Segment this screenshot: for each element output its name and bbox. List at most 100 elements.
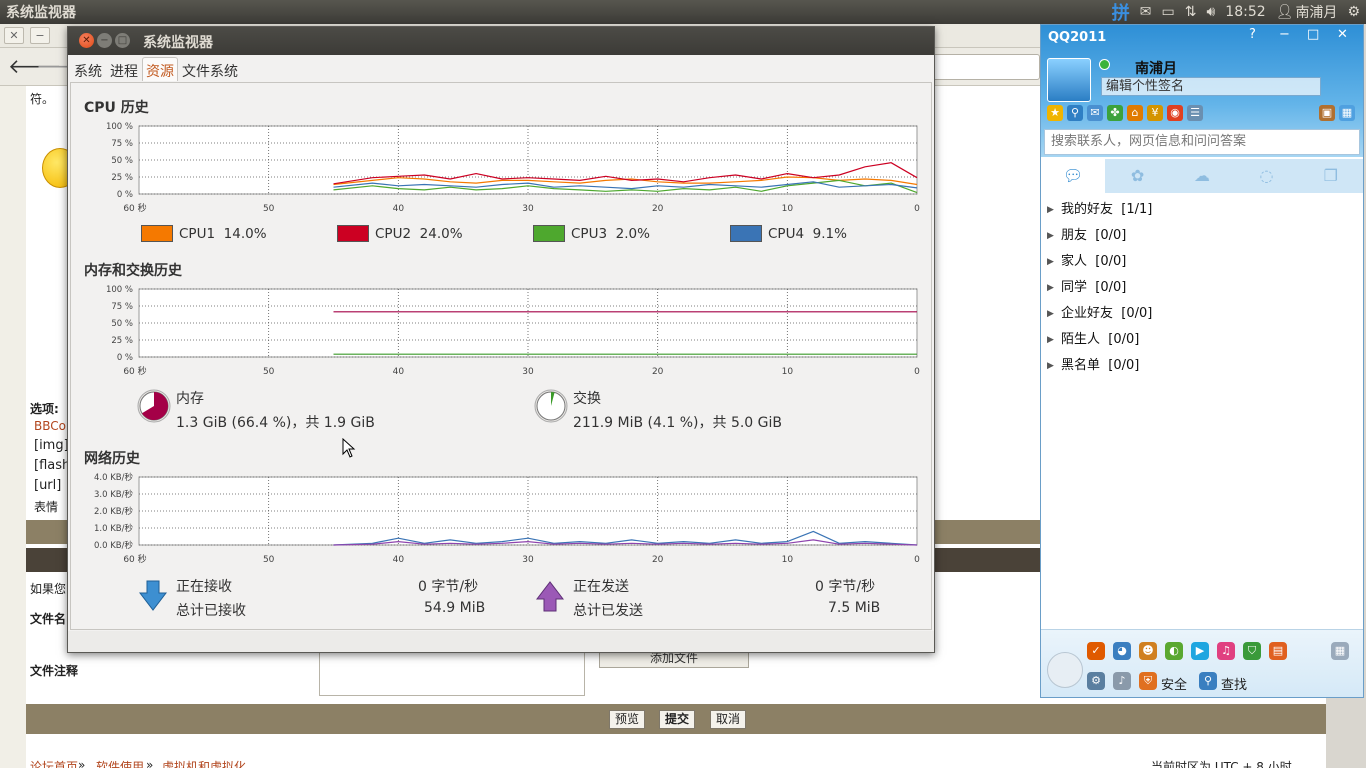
mem-x-tick: 20 bbox=[652, 367, 664, 377]
close-icon[interactable]: ✕ bbox=[1337, 27, 1348, 42]
mem-y-tick: 25 % bbox=[111, 336, 133, 346]
url-bar[interactable] bbox=[930, 54, 1040, 80]
video-icon[interactable]: ▶ bbox=[1191, 642, 1209, 660]
memory-history-chart: 100 % 75 % 50 % 25 % 0 % 60 秒 50 40 30 20 10 0 bbox=[106, 285, 920, 377]
volume-icon[interactable]: 🔊︎ bbox=[1206, 4, 1215, 20]
net-y-tick: 2.0 KB/秒 bbox=[94, 506, 133, 517]
weibo-icon[interactable]: ◉ bbox=[1167, 105, 1183, 121]
check-icon[interactable]: ✓ bbox=[1087, 642, 1105, 660]
group-classmates[interactable]: ▶ 同学 [0/0] bbox=[1041, 275, 1363, 301]
security-icon[interactable]: ⛨ bbox=[1139, 672, 1157, 690]
shield-app-icon[interactable]: ⛉ bbox=[1243, 642, 1261, 660]
minimize-icon[interactable]: − bbox=[97, 33, 112, 48]
timezone-text: 当前时区为 UTC + 8 小时 bbox=[1151, 760, 1292, 768]
tab-contacts[interactable]: 💬︎ bbox=[1041, 159, 1106, 193]
window-title: 系统监视器 bbox=[143, 35, 213, 51]
clock[interactable]: 18:52 bbox=[1225, 4, 1265, 20]
group-name: 同学 bbox=[1061, 280, 1088, 295]
security-label[interactable]: 安全 bbox=[1161, 674, 1187, 693]
tab-filesystems[interactable]: 文件系统 bbox=[178, 57, 242, 81]
music-icon[interactable]: ♫ bbox=[1217, 642, 1235, 660]
network-history-title: 网络历史 bbox=[84, 451, 140, 467]
preview-button[interactable]: 预览 bbox=[609, 710, 645, 729]
tab-qzone[interactable]: ✿ bbox=[1105, 159, 1169, 193]
cancel-button[interactable]: 取消 bbox=[710, 710, 746, 729]
group-count: [0/0] bbox=[1095, 280, 1127, 295]
file-note-textarea[interactable] bbox=[319, 648, 585, 696]
battery-icon[interactable]: ▭ bbox=[1162, 4, 1175, 20]
breadcrumb-home[interactable]: 论坛首页 bbox=[30, 758, 78, 768]
qq-search-input[interactable]: 搜索联系人，网页信息和问问答案 bbox=[1044, 129, 1360, 155]
memory-pie-icon[interactable] bbox=[137, 389, 171, 423]
network-icon[interactable]: ⇅ bbox=[1185, 4, 1197, 20]
find-icon[interactable]: ⚲ bbox=[1199, 672, 1217, 690]
tab-processes[interactable]: 进程 bbox=[106, 57, 142, 81]
skin-icon[interactable]: ▦ bbox=[1339, 105, 1355, 121]
qq-username: 南浦月 bbox=[1135, 61, 1177, 77]
breadcrumb-vm[interactable]: 虚拟机和虚拟化 bbox=[162, 758, 246, 768]
cpu4-swatch[interactable] bbox=[730, 225, 762, 242]
user-name[interactable]: 南浦月 bbox=[1295, 2, 1337, 22]
file-name-label: 文件名 bbox=[30, 612, 67, 626]
user-icon[interactable]: 👤︎ bbox=[1276, 4, 1294, 20]
close-icon[interactable]: ✕ bbox=[79, 33, 94, 48]
game-icon[interactable]: ◐ bbox=[1165, 642, 1183, 660]
submit-button[interactable]: 提交 bbox=[659, 710, 695, 729]
group-family[interactable]: ▶ 家人 [0/0] bbox=[1041, 249, 1363, 275]
signature-field[interactable]: 编辑个性签名 bbox=[1101, 77, 1321, 96]
minimize-icon[interactable]: − bbox=[1279, 27, 1290, 42]
calendar-icon[interactable]: ▤ bbox=[1269, 642, 1287, 660]
apps-grid-icon[interactable]: ▦ bbox=[1331, 642, 1349, 660]
group-count: [0/0] bbox=[1095, 254, 1127, 269]
group-blacklist[interactable]: ▶ 黑名单 [0/0] bbox=[1041, 353, 1363, 379]
tab-recent[interactable]: ❐ bbox=[1299, 159, 1363, 193]
input-method-icon[interactable]: 拼 bbox=[1112, 0, 1130, 25]
tab-system[interactable]: 系统 bbox=[70, 57, 106, 81]
cpu-y-tick: 75 % bbox=[111, 139, 133, 149]
total-received-label: 总计已接收 bbox=[176, 603, 246, 619]
cpu1-swatch[interactable] bbox=[141, 225, 173, 242]
bbcode-link[interactable]: BBCo bbox=[34, 419, 66, 433]
receiving-label: 正在接收 bbox=[176, 579, 232, 595]
gear-icon[interactable]: ⚙ bbox=[1347, 4, 1360, 20]
status-online-icon[interactable] bbox=[1099, 59, 1110, 70]
note-icon[interactable]: ☰ bbox=[1187, 105, 1203, 121]
penguin-icon[interactable]: ◕ bbox=[1113, 642, 1131, 660]
star-icon[interactable]: ★ bbox=[1047, 105, 1063, 121]
contact-group-list: ▶ 我的好友 [1/1] ▶ 朋友 [0/0] ▶ 家人 [0/0] ▶ 同学 [0/0… bbox=[1041, 197, 1363, 379]
group-name: 家人 bbox=[1061, 254, 1088, 269]
tab-resources[interactable]: 资源 bbox=[142, 57, 178, 81]
bell-icon[interactable] bbox=[1047, 652, 1083, 688]
avatar[interactable] bbox=[1047, 58, 1091, 102]
search-soso-icon[interactable]: ⚲ bbox=[1067, 105, 1083, 121]
cpu-x-tick: 0 bbox=[914, 204, 920, 214]
window-titlebar[interactable]: ✕ − □ 系统监视器 bbox=[68, 27, 934, 55]
maximize-icon[interactable]: □ bbox=[115, 33, 130, 48]
tab-groups[interactable]: ☁ bbox=[1170, 159, 1234, 193]
group-my-friends[interactable]: ▶ 我的好友 [1/1] bbox=[1041, 197, 1363, 223]
wallet-icon[interactable]: ¥ bbox=[1147, 105, 1163, 121]
cpu2-swatch[interactable] bbox=[337, 225, 369, 242]
clover-icon[interactable]: ✤ bbox=[1107, 105, 1123, 121]
app-box-icon[interactable]: ▣ bbox=[1319, 105, 1335, 121]
cpu-x-tick: 20 bbox=[652, 204, 664, 214]
cpu3-swatch[interactable] bbox=[533, 225, 565, 242]
help-icon[interactable]: ? bbox=[1249, 27, 1256, 42]
browser-min-icon[interactable]: − bbox=[30, 27, 50, 44]
find-label[interactable]: 查找 bbox=[1221, 674, 1247, 693]
tab-discussions[interactable]: ◌ bbox=[1234, 159, 1298, 193]
group-friends[interactable]: ▶ 朋友 [0/0] bbox=[1041, 223, 1363, 249]
swap-pie-icon[interactable] bbox=[534, 389, 568, 423]
mail-icon[interactable]: ✉ bbox=[1140, 4, 1152, 20]
breadcrumb-software[interactable]: 软件使用 bbox=[96, 758, 144, 768]
shop-icon[interactable]: ⌂ bbox=[1127, 105, 1143, 121]
group-enterprise[interactable]: ▶ 企业好友 [0/0] bbox=[1041, 301, 1363, 327]
window-footer bbox=[68, 631, 934, 652]
maximize-icon[interactable]: □ bbox=[1307, 27, 1319, 42]
mail-icon[interactable]: ✉ bbox=[1087, 105, 1103, 121]
browser-close-icon[interactable]: ✕ bbox=[4, 27, 24, 44]
group-strangers[interactable]: ▶ 陌生人 [0/0] bbox=[1041, 327, 1363, 353]
settings-icon[interactable]: ⚙ bbox=[1087, 672, 1105, 690]
mute-icon[interactable]: ♪ bbox=[1113, 672, 1131, 690]
pet-icon[interactable]: ☻ bbox=[1139, 642, 1157, 660]
